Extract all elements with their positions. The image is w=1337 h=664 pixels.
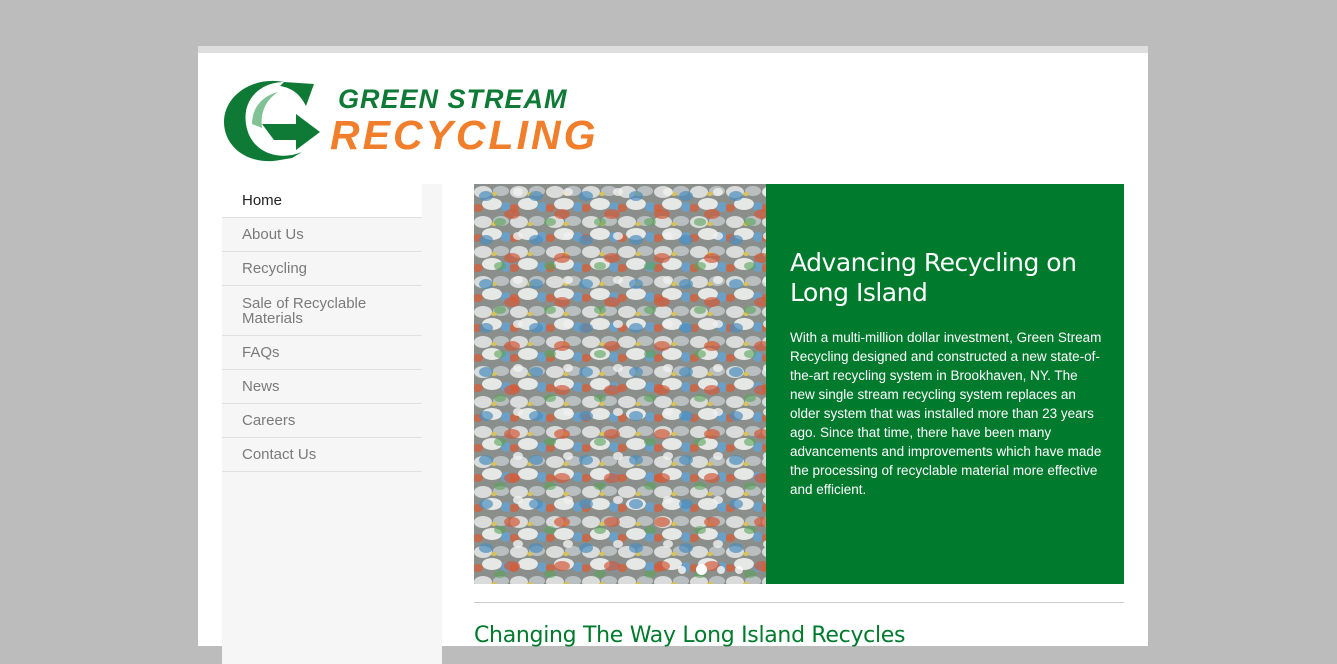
nav-item-home[interactable]: Home [222,184,422,218]
nav-item-news[interactable]: News [222,370,422,404]
nav-item-contact-us[interactable]: Contact Us [222,438,422,472]
slider-pagination [678,561,753,576]
page-container: GREEN STREAM RECYCLING Home About Us Rec… [198,46,1148,664]
content-divider [474,602,1124,603]
main-nav: Home About Us Recycling Sale of Recyclab… [222,184,422,472]
nav-item-faqs[interactable]: FAQs [222,336,422,370]
logo-arrow-icon [224,80,320,162]
section-heading: Changing The Way Long Island Recycles [474,623,906,648]
hero-slider[interactable]: Advancing Recycling on Long Island With … [474,184,1124,584]
slider-dot-4[interactable] [735,565,743,574]
slide-title: Advancing Recycling on Long Island [790,248,1077,307]
slide-description: With a multi-million dollar investment, … [790,330,1102,497]
logo-text-green: GREEN STREAM [338,84,568,114]
slider-dot-3[interactable] [717,565,725,574]
site-logo[interactable]: GREEN STREAM RECYCLING [222,78,602,164]
slider-dot-1[interactable] [678,565,686,574]
sidebar: Home About Us Recycling Sale of Recyclab… [222,184,442,664]
recycled-cans-image [474,184,766,584]
nav-item-sale-of-recyclable-materials[interactable]: Sale of Recyclable Materials [222,286,422,336]
nav-item-about-us[interactable]: About Us [222,218,422,252]
nav-item-careers[interactable]: Careers [222,404,422,438]
nav-item-recycling[interactable]: Recycling [222,252,422,286]
logo-text-recycling: RECYCLING [330,112,599,158]
